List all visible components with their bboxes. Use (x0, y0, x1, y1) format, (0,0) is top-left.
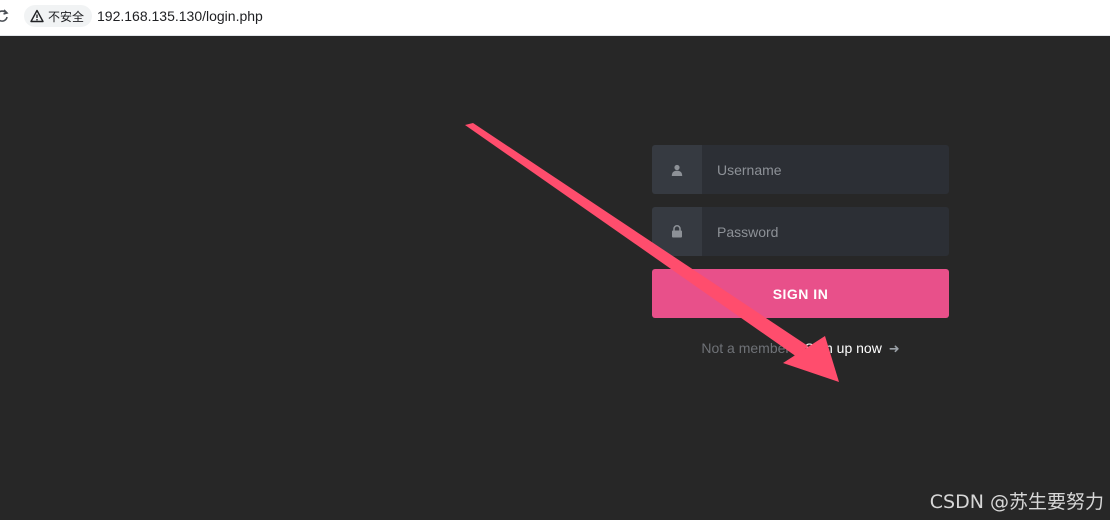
signup-link[interactable]: Sign up now (805, 340, 882, 356)
signin-button[interactable]: SIGN IN (652, 269, 949, 318)
security-label: 不安全 (48, 9, 85, 24)
warning-triangle-icon (30, 9, 44, 23)
username-input[interactable] (702, 145, 949, 194)
watermark-text: CSDN @苏生要努力 (929, 491, 1104, 513)
signup-row: Not a member? Sign up now ➜ (652, 340, 949, 357)
password-field-group (652, 207, 949, 256)
username-field-group (652, 145, 949, 194)
address-bar-url[interactable]: 192.168.135.130/login.php (97, 7, 263, 25)
browser-address-bar: 不安全 192.168.135.130/login.php (0, 0, 1110, 36)
reload-icon[interactable] (0, 9, 9, 23)
lock-icon (652, 207, 702, 256)
security-indicator[interactable]: 不安全 (24, 5, 93, 27)
not-member-text: Not a member? (701, 340, 798, 356)
arrow-right-icon[interactable]: ➜ (889, 341, 900, 357)
password-input[interactable] (702, 207, 949, 256)
login-form: SIGN IN Not a member? Sign up now ➜ (652, 145, 949, 357)
user-icon (652, 145, 702, 194)
